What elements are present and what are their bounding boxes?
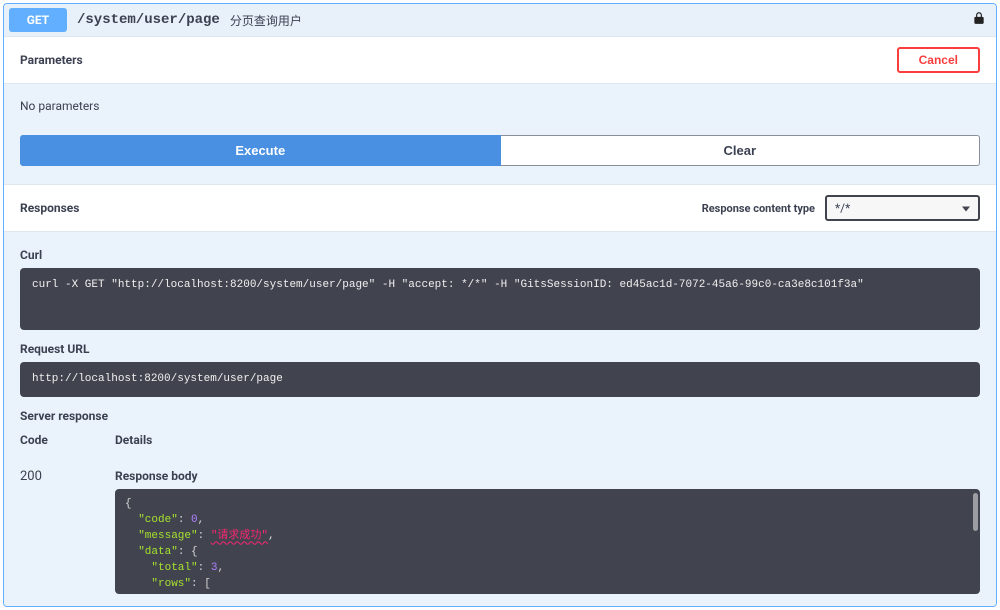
details-column: Details Response body { "code": 0, "mess… xyxy=(115,433,980,594)
server-response-label: Server response xyxy=(20,409,980,423)
details-header: Details xyxy=(115,433,980,459)
request-url-label: Request URL xyxy=(20,342,980,356)
endpoint-summary: 分页查询用户 xyxy=(230,12,302,29)
operation-header[interactable]: GET /system/user/page 分页查询用户 xyxy=(4,4,996,36)
status-code: 200 xyxy=(20,459,115,484)
response-body-label: Response body xyxy=(115,459,980,483)
response-body-json[interactable]: { "code": 0, "message": "请求成功", "data": … xyxy=(115,489,980,594)
parameters-body: No parameters Execute Clear xyxy=(4,84,996,184)
responses-bar: Responses Response content type */* xyxy=(4,184,996,232)
no-parameters-text: No parameters xyxy=(20,99,980,113)
action-buttons: Execute Clear xyxy=(20,135,980,166)
response-table: Code 200 Details Response body { "code":… xyxy=(20,433,980,594)
responses-body: Curl curl -X GET "http://localhost:8200/… xyxy=(4,232,996,606)
cancel-button[interactable]: Cancel xyxy=(897,47,980,73)
content-type-select[interactable]: */* xyxy=(825,195,980,221)
content-type-row: Response content type */* xyxy=(702,195,980,221)
lock-icon[interactable] xyxy=(972,11,986,29)
content-type-label: Response content type xyxy=(702,202,815,215)
request-url-code[interactable]: http://localhost:8200/system/user/page xyxy=(20,362,980,397)
clear-button[interactable]: Clear xyxy=(501,135,981,166)
operation-block: GET /system/user/page 分页查询用户 Parameters … xyxy=(3,3,997,607)
content-type-dropdown[interactable]: */* xyxy=(827,197,978,219)
scrollbar[interactable] xyxy=(973,493,978,531)
parameters-label: Parameters xyxy=(20,53,83,67)
code-column: Code 200 xyxy=(20,433,115,594)
endpoint-path: /system/user/page xyxy=(77,12,220,28)
code-header: Code xyxy=(20,433,115,459)
responses-label: Responses xyxy=(20,201,79,215)
curl-label: Curl xyxy=(20,248,980,262)
parameters-bar: Parameters Cancel xyxy=(4,36,996,84)
execute-button[interactable]: Execute xyxy=(20,135,501,166)
http-method-badge: GET xyxy=(9,8,67,32)
curl-code[interactable]: curl -X GET "http://localhost:8200/syste… xyxy=(20,268,980,330)
